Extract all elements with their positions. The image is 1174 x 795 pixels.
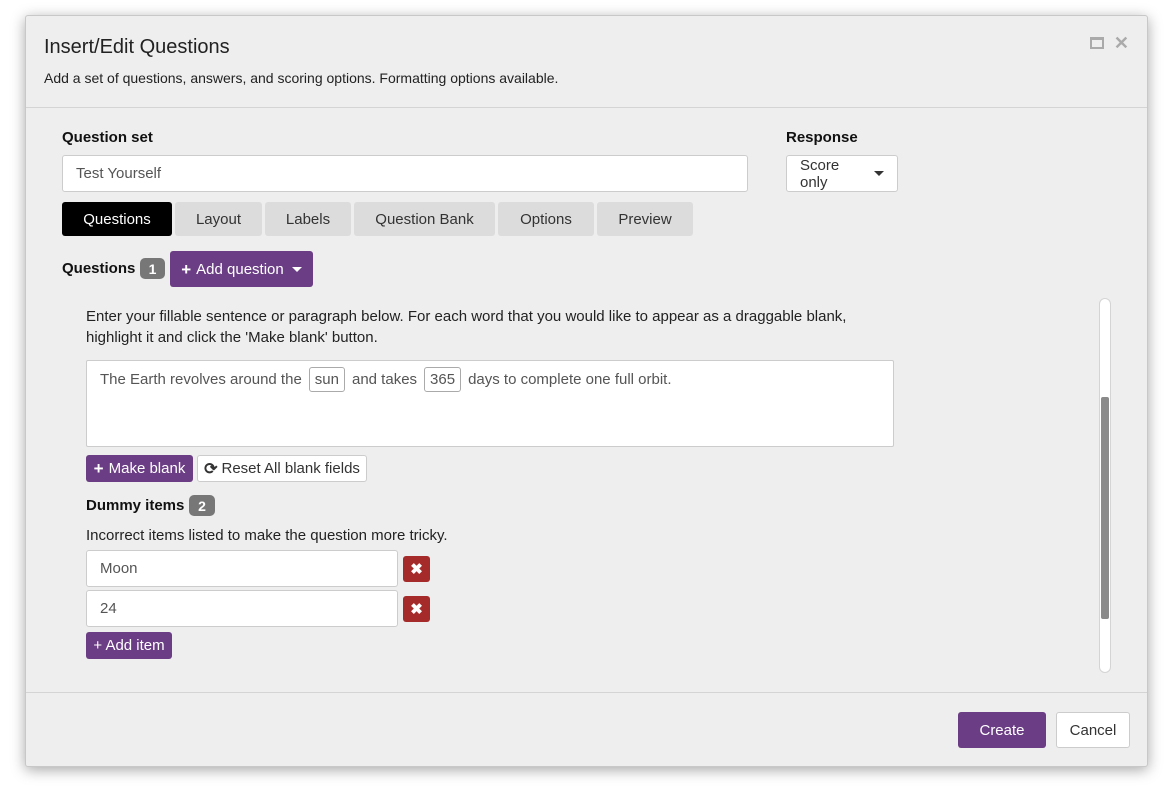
response-label: Response: [786, 129, 858, 146]
tab-bar: Questions Layout Labels Question Bank Op…: [62, 202, 693, 236]
dummy-item-input[interactable]: [86, 550, 398, 587]
blank-field[interactable]: sun: [308, 367, 345, 392]
make-blank-label: Make blank: [108, 460, 186, 477]
fillable-instructions: Enter your fillable sentence or paragrap…: [86, 308, 847, 346]
caret-down-icon: [874, 171, 884, 176]
dialog-header: Insert/Edit Questions Add a set of quest…: [26, 16, 1147, 108]
tab-questions[interactable]: Questions: [62, 202, 172, 236]
tab-layout[interactable]: Layout: [175, 202, 262, 236]
make-blank-button[interactable]: + Make blank: [86, 455, 193, 482]
fillable-sentence-editor[interactable]: The Earth revolves around the sun and ta…: [86, 360, 894, 447]
add-question-button[interactable]: + Add question: [170, 251, 313, 287]
blank-field[interactable]: 365: [424, 367, 462, 392]
tab-question-bank[interactable]: Question Bank: [354, 202, 495, 236]
question-set-input[interactable]: [62, 155, 748, 192]
question-set-label: Question set: [62, 129, 153, 146]
sentence-content: The Earth revolves around the sun and ta…: [100, 367, 672, 392]
plus-icon: +: [93, 459, 104, 478]
dialog-subtitle: Add a set of questions, answers, and sco…: [44, 70, 559, 86]
tab-labels[interactable]: Labels: [265, 202, 351, 236]
delete-item-button[interactable]: ✖: [403, 556, 430, 582]
sentence-part: and takes: [351, 371, 418, 388]
window-controls: ✕: [1089, 34, 1129, 52]
tab-options[interactable]: Options: [498, 202, 594, 236]
scrollbar[interactable]: [1099, 298, 1111, 673]
dummy-item-input[interactable]: [86, 590, 398, 627]
refresh-icon: ⟳: [204, 460, 218, 478]
tab-preview[interactable]: Preview: [597, 202, 693, 236]
close-icon: ✖: [410, 601, 423, 618]
add-question-label: Add question: [196, 260, 284, 278]
questions-count-badge: 1: [140, 258, 165, 279]
close-icon: ✖: [410, 561, 423, 578]
maximize-icon[interactable]: [1089, 37, 1104, 49]
reset-blank-fields-button[interactable]: ⟳ Reset All blank fields: [197, 455, 367, 482]
dummy-items-label: Dummy items: [86, 497, 185, 514]
sentence-part: The Earth revolves around the: [100, 371, 302, 388]
dialog-footer: Create Cancel: [26, 692, 1147, 768]
plus-icon: +: [181, 259, 192, 279]
reset-blank-label: Reset All blank fields: [221, 460, 360, 477]
scrollbar-thumb[interactable]: [1101, 397, 1109, 619]
cancel-button[interactable]: Cancel: [1056, 712, 1130, 748]
dummy-items-description: Incorrect items listed to make the quest…: [86, 527, 448, 544]
response-dropdown[interactable]: Score only: [786, 155, 898, 192]
caret-down-icon: [291, 266, 302, 272]
add-item-button[interactable]: + Add item: [86, 632, 172, 659]
response-selected: Score only: [800, 156, 840, 191]
insert-edit-questions-dialog: Insert/Edit Questions Add a set of quest…: [25, 15, 1148, 767]
dialog-title: Insert/Edit Questions: [44, 36, 230, 58]
close-icon[interactable]: ✕: [1114, 34, 1129, 52]
dummy-items-count-badge: 2: [189, 495, 215, 516]
delete-item-button[interactable]: ✖: [403, 596, 430, 622]
sentence-part: days to complete one full orbit.: [468, 371, 672, 388]
questions-label: Questions: [62, 260, 136, 277]
create-button[interactable]: Create: [958, 712, 1046, 748]
